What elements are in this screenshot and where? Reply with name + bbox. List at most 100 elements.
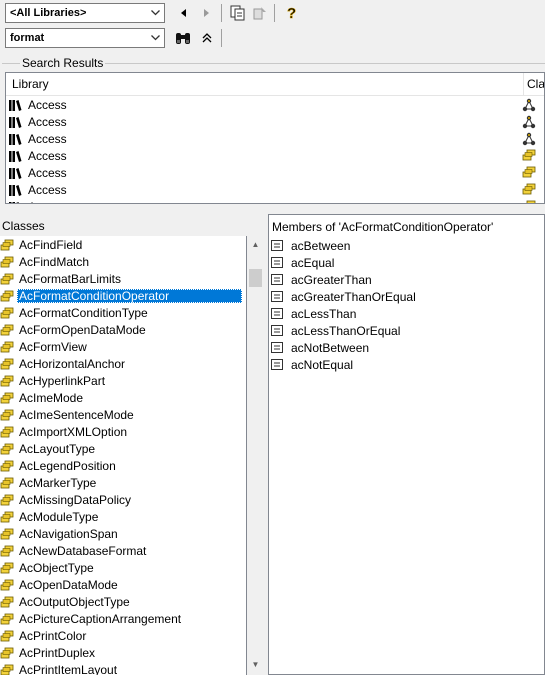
binoculars-icon xyxy=(176,33,190,44)
library-icon xyxy=(8,115,22,129)
search-result-row[interactable]: Access xyxy=(6,182,544,199)
view-definition-icon xyxy=(253,7,266,20)
class-list-item[interactable]: AcPrintItemLayout xyxy=(0,662,245,675)
class-name: AcLayoutType xyxy=(19,442,96,456)
enum-icon xyxy=(0,630,14,642)
go-back-button[interactable] xyxy=(174,3,194,23)
search-text-combo[interactable]: format xyxy=(5,28,165,48)
enum-icon xyxy=(0,511,14,523)
class-name: AcFormOpenDataMode xyxy=(19,323,146,337)
enum-icon xyxy=(522,183,536,197)
search-results-header: Library Cla xyxy=(6,73,544,96)
result-library-name: Access xyxy=(28,149,67,163)
class-name: AcHyperlinkPart xyxy=(19,374,106,388)
enum-icon xyxy=(0,494,14,506)
classes-list[interactable]: AcFindField AcFindMatch AcFormatBarLimits A… xyxy=(0,236,247,675)
class-list-item[interactable]: AcLayoutType xyxy=(0,441,245,458)
class-list-item[interactable]: AcFindMatch xyxy=(0,254,245,271)
enum-icon xyxy=(0,375,14,387)
search-result-row[interactable]: Access xyxy=(6,131,544,148)
class-list-item[interactable]: AcFormatConditionOperator xyxy=(0,288,245,305)
scroll-down-arrow[interactable]: ▼ xyxy=(247,656,264,673)
class-list-item[interactable]: AcOutputObjectType xyxy=(0,594,245,611)
class-list-item[interactable]: AcHyperlinkPart xyxy=(0,373,245,390)
search-result-row[interactable]: Access xyxy=(6,199,544,203)
class-list-item[interactable]: AcPrintColor xyxy=(0,628,245,645)
class-list-item[interactable]: AcImeSentenceMode xyxy=(0,407,245,424)
enum-icon xyxy=(0,392,14,404)
constant-icon xyxy=(271,274,283,285)
class-list-item[interactable]: AcMissingDataPolicy xyxy=(0,492,245,509)
member-list-item[interactable]: acLessThanOrEqual xyxy=(269,323,539,340)
class-list-item[interactable]: AcObjectType xyxy=(0,560,245,577)
member-list-item[interactable]: acEqual xyxy=(269,255,539,272)
member-list-item[interactable]: acBetween xyxy=(269,238,539,255)
class-list-item[interactable]: AcFormView xyxy=(0,339,245,356)
copy-icon xyxy=(230,5,245,21)
library-icon xyxy=(8,166,22,180)
constant-icon xyxy=(271,308,283,319)
class-name: AcPrintDuplex xyxy=(19,646,96,660)
search-result-row[interactable]: Access xyxy=(6,114,544,131)
class-list-item[interactable]: AcImportXMLOption xyxy=(0,424,245,441)
library-icon xyxy=(8,200,22,203)
class-list-item[interactable]: AcHorizontalAnchor xyxy=(0,356,245,373)
go-forward-button[interactable] xyxy=(197,3,217,23)
search-results-list[interactable]: Library Cla Access Access Access Access Acce… xyxy=(5,72,545,204)
search-result-row[interactable]: Access xyxy=(6,165,544,182)
class-list-item[interactable]: AcModuleType xyxy=(0,509,245,526)
class-list-item[interactable]: AcOpenDataMode xyxy=(0,577,245,594)
class-name: AcFindMatch xyxy=(19,255,90,269)
member-name: acEqual xyxy=(291,256,335,270)
class-list-item[interactable]: AcNewDatabaseFormat xyxy=(0,543,245,560)
class-name: AcFormatBarLimits xyxy=(19,272,122,286)
library-icon xyxy=(8,98,22,112)
column-separator[interactable] xyxy=(523,73,524,95)
class-list-item[interactable]: AcImeMode xyxy=(0,390,245,407)
members-title: Members of 'AcFormatConditionOperator' xyxy=(272,220,494,234)
member-name: acLessThan xyxy=(291,307,357,321)
help-button[interactable]: ? xyxy=(282,3,302,23)
search-button[interactable] xyxy=(173,28,193,48)
class-name: AcImeMode xyxy=(19,391,84,405)
member-list-item[interactable]: acNotEqual xyxy=(269,357,539,374)
member-list-item[interactable]: acGreaterThan xyxy=(269,272,539,289)
search-result-row[interactable]: Access xyxy=(6,97,544,114)
column-header-library[interactable]: Library xyxy=(12,77,49,91)
search-result-row[interactable]: Access xyxy=(6,148,544,165)
classes-scrollbar[interactable]: ▲ ▼ xyxy=(247,236,264,673)
class-list-item[interactable]: AcMarkerType xyxy=(0,475,245,492)
hide-search-results-button[interactable] xyxy=(197,28,217,48)
member-list-item[interactable]: acNotBetween xyxy=(269,340,539,357)
class-list-item[interactable]: AcPrintDuplex xyxy=(0,645,245,662)
result-library-name: Access xyxy=(28,115,67,129)
scroll-up-arrow[interactable]: ▲ xyxy=(247,236,264,253)
class-list-item[interactable]: AcFormOpenDataMode xyxy=(0,322,245,339)
column-header-class[interactable]: Cla xyxy=(527,77,544,91)
library-icon xyxy=(8,149,22,163)
constant-icon xyxy=(271,291,283,302)
class-list-item[interactable]: AcLegendPosition xyxy=(0,458,245,475)
members-pane[interactable]: Members of 'AcFormatConditionOperator' a… xyxy=(268,214,545,675)
enum-icon xyxy=(0,613,14,625)
class-name: AcMarkerType xyxy=(19,476,97,490)
chevron-down-icon[interactable] xyxy=(147,4,164,22)
library-combo[interactable]: <All Libraries> xyxy=(5,3,165,23)
chevron-down-icon[interactable] xyxy=(147,29,164,47)
class-name: AcOutputObjectType xyxy=(19,595,130,609)
class-list-item[interactable]: AcPictureCaptionArrangement xyxy=(0,611,245,628)
class-name: AcPictureCaptionArrangement xyxy=(19,612,182,626)
class-list-item[interactable]: AcNavigationSpan xyxy=(0,526,245,543)
result-library-name: Access xyxy=(28,98,67,112)
member-list-item[interactable]: acGreaterThanOrEqual xyxy=(269,289,539,306)
class-list-item[interactable]: AcFindField xyxy=(0,237,245,254)
enum-icon xyxy=(522,166,536,180)
double-chevron-up-icon xyxy=(202,33,212,43)
class-name: AcFormView xyxy=(19,340,87,354)
class-list-item[interactable]: AcFormatBarLimits xyxy=(0,271,245,288)
view-definition-button[interactable] xyxy=(250,3,270,23)
class-list-item[interactable]: AcFormatConditionType xyxy=(0,305,245,322)
member-list-item[interactable]: acLessThan xyxy=(269,306,539,323)
copy-to-clipboard-button[interactable] xyxy=(228,3,248,23)
scroll-thumb[interactable] xyxy=(249,269,262,287)
